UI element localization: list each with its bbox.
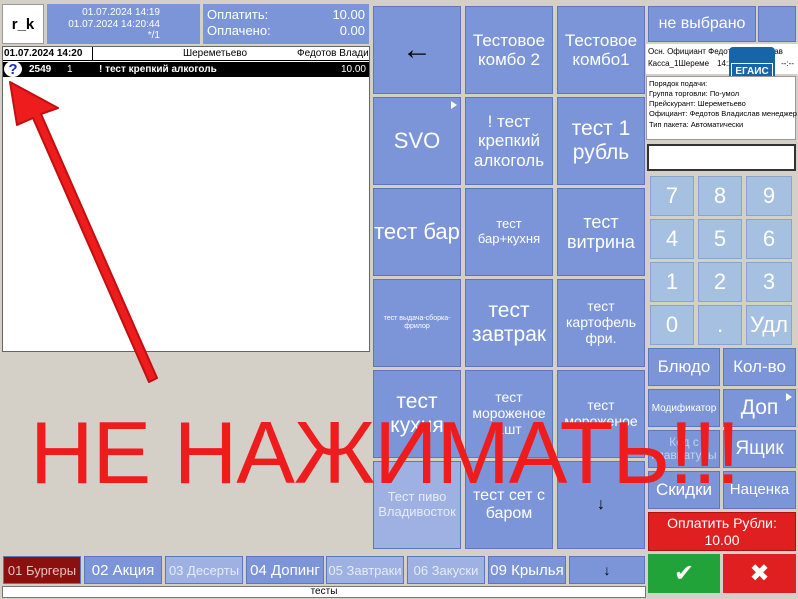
warning-text: НЕ НАЖИМАТЬ!!! (30, 403, 740, 502)
warning-arrow (9, 81, 158, 383)
